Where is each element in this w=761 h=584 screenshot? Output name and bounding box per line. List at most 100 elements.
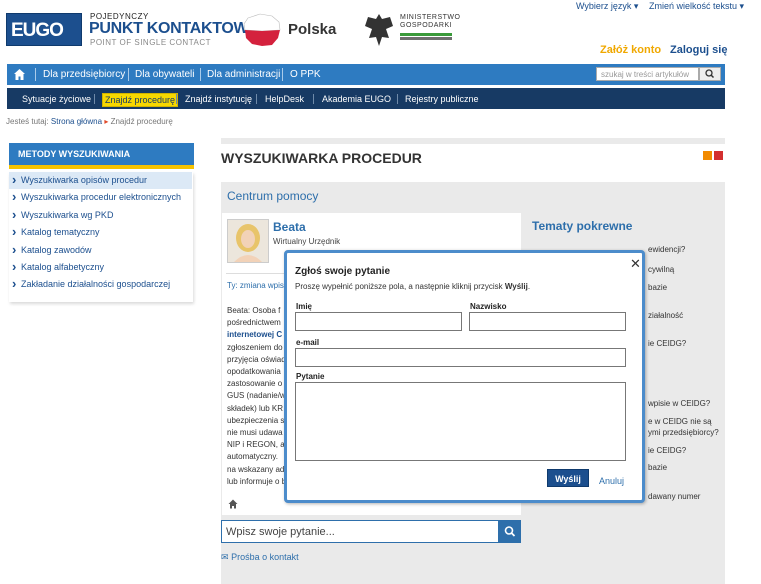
subnav-life-situations[interactable]: Sytuacje życiowe <box>22 94 91 104</box>
card-divider <box>226 273 286 274</box>
eagle-emblem-icon <box>365 14 393 46</box>
login-link[interactable]: Zaloguj się <box>670 44 727 56</box>
envelope-icon: ✉ <box>221 552 229 562</box>
answer-line: lub informuje o b <box>227 476 285 486</box>
related-topic-item[interactable]: bazie <box>648 283 667 293</box>
user-question-label: Ty: zmiana wpisu <box>227 281 289 290</box>
nav-separator <box>94 94 95 104</box>
subnav-find-institution[interactable]: Znajdź instytucję <box>185 94 252 104</box>
nav-separator <box>313 94 314 104</box>
nav-about-ppk[interactable]: O PPK <box>290 69 321 80</box>
clerk-role: Wirtualny Urzędnik <box>273 237 341 246</box>
related-topic-item[interactable]: e w CEIDG nie są <box>648 417 712 427</box>
help-center-title: Centrum pomocy <box>227 189 319 203</box>
mail-icon[interactable] <box>714 151 723 160</box>
related-topic-item[interactable]: ymi przedsiębiorcy? <box>648 428 719 438</box>
menu-item-alphabetical-catalog[interactable]: Katalog alfabetyczny <box>9 258 192 276</box>
answer-line: internetowej C <box>227 330 283 340</box>
nav-separator <box>128 68 129 81</box>
nav-separator <box>397 94 398 104</box>
pk-title: PUNKT KONTAKTOWY <box>89 20 259 37</box>
menu-item-electronic-procedures[interactable]: Wyszukiwarka procedur elektronicznych <box>9 188 192 206</box>
ask-question-input[interactable]: Wpisz swoje pytanie... <box>221 520 499 543</box>
home-icon[interactable] <box>13 68 26 81</box>
question-label: Pytanie <box>296 372 325 381</box>
answer-line: pośrednictwem <box>227 318 281 328</box>
answer-line: nie musi udawa <box>227 428 283 438</box>
page-title: WYSZUKIWARKA PROCEDUR <box>221 150 422 166</box>
breadcrumb-home-link[interactable]: Strona główna <box>51 117 102 126</box>
answer-line: ubezpieczenia s <box>227 415 285 425</box>
subnav-find-procedure[interactable]: Znajdź procedurę <box>102 93 179 107</box>
home-icon[interactable] <box>228 499 238 509</box>
email-field[interactable] <box>295 348 626 367</box>
language-select-link[interactable]: Wybierz język ▾ <box>576 1 638 11</box>
answer-line: Beata: Osoba f <box>227 306 281 315</box>
nav-for-citizens[interactable]: Dla obywateli <box>135 69 194 80</box>
cancel-link[interactable]: Anuluj <box>599 476 624 486</box>
related-topic-item[interactable]: bazie <box>648 463 667 473</box>
related-topic-item[interactable]: ziałalność <box>648 311 683 321</box>
register-link[interactable]: Załóż konto <box>600 44 661 56</box>
close-icon[interactable]: ✕ <box>630 257 641 270</box>
dialog-instructions: Proszę wypełnić poniższe pola, a następn… <box>295 282 531 291</box>
question-textarea[interactable] <box>295 382 626 461</box>
ask-question-button[interactable] <box>499 520 521 543</box>
article-search-button[interactable] <box>699 67 721 81</box>
related-topic-item[interactable]: ie CEIDG? <box>648 339 686 349</box>
avatar <box>227 219 269 263</box>
answer-line: przyjęcia oświad <box>227 354 285 364</box>
related-topic-item[interactable]: ie CEIDG? <box>648 446 686 456</box>
sub-nav: Sytuacje życiowe Znajdź procedurę Znajdź… <box>7 88 725 109</box>
ministry-gray-bar <box>400 37 452 40</box>
subnav-public-registers[interactable]: Rejestry publiczne <box>405 94 479 104</box>
breadcrumb: Jesteś tutaj: Strona główna ▸ Znajdź pro… <box>6 117 173 126</box>
first-name-label: Imię <box>296 302 313 311</box>
last-name-field[interactable] <box>469 312 626 331</box>
pk-subtitle: POINT OF SINGLE CONTACT <box>90 38 211 47</box>
clerk-avatar-image <box>228 220 268 262</box>
contact-request-link[interactable]: ✉ Prośba o kontakt <box>221 552 299 563</box>
related-topic-item[interactable]: ewidencji? <box>648 245 685 255</box>
related-topics-title: Tematy pokrewne <box>532 219 633 233</box>
rss-icon[interactable] <box>703 151 712 160</box>
first-name-field[interactable] <box>295 312 462 331</box>
search-methods-accent-bar <box>9 165 194 169</box>
related-topic-item[interactable]: cywilną <box>648 265 674 275</box>
answer-line: GUS (nadanie/w <box>227 391 285 401</box>
ministry-green-bar <box>400 33 452 36</box>
menu-item-pkd-search[interactable]: Wyszukiwarka wg PKD <box>9 206 192 224</box>
menu-item-profession-catalog[interactable]: Katalog zawodów <box>9 241 192 259</box>
nav-for-entrepreneur[interactable]: Dla przedsiębiorcy <box>43 69 125 80</box>
article-search-input[interactable]: szukaj w treści artykułów <box>596 67 699 81</box>
nav-separator <box>256 94 257 104</box>
subnav-helpdesk[interactable]: HelpDesk <box>265 94 304 104</box>
nav-separator <box>282 68 283 81</box>
ministry-name: MINISTERSTWO GOSPODARKI <box>400 14 461 29</box>
search-icon <box>504 526 516 537</box>
poland-map-flag-icon <box>243 13 281 46</box>
nav-separator <box>176 94 177 104</box>
nav-separator <box>200 68 201 81</box>
related-topic-item[interactable]: wpisie w CEIDG? <box>648 399 710 409</box>
menu-item-procedure-descriptions[interactable]: Wyszukiwarka opisów procedur <box>9 171 192 190</box>
answer-line: na wskazany ad <box>227 464 285 474</box>
search-icon <box>705 69 715 79</box>
answer-line: NIP i REGON, a <box>227 440 285 450</box>
text-size-link[interactable]: Zmień wielkość tekstu ▾ <box>649 1 744 11</box>
related-topic-item[interactable]: dawany numer <box>648 492 700 502</box>
breadcrumb-current: Znajdź procedurę <box>110 117 173 126</box>
nav-for-administration[interactable]: Dla administracji <box>207 69 280 80</box>
search-methods-title: METODY WYSZUKIWANIA <box>9 143 194 165</box>
top-links: Wybierz język ▾ Zmień wielkość tekstu ▾ <box>576 1 752 12</box>
answer-line: składek) lub KR <box>227 403 284 413</box>
menu-item-start-business[interactable]: Zakładanie działalności gospodarczej <box>9 275 192 293</box>
clerk-name: Beata <box>273 220 306 234</box>
eugo-logo[interactable]: EUGO <box>6 13 82 46</box>
menu-item-topic-catalog[interactable]: Katalog tematyczny <box>9 223 192 241</box>
subnav-eugo-academy[interactable]: Akademia EUGO <box>322 94 391 104</box>
clerk-answer-text: Beata: Osoba f pośrednictwem internetowej … <box>227 305 285 491</box>
search-methods-list: Wyszukiwarka opisów procedur Wyszukiwark… <box>9 171 192 294</box>
send-button[interactable]: Wyślij <box>547 469 589 487</box>
email-label: e-mail <box>296 338 320 347</box>
